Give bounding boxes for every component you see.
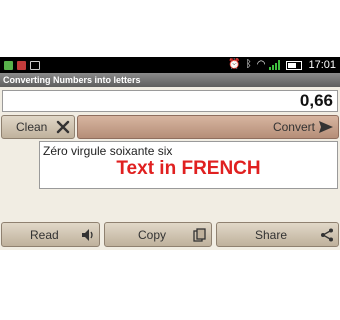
clean-button-label: Clean	[16, 120, 48, 134]
close-icon	[56, 120, 70, 134]
wifi-icon: ◠	[256, 59, 266, 70]
share-icon	[320, 228, 334, 242]
status-time: 17:01	[308, 59, 336, 71]
result-text: Zéro virgule soixante six	[43, 144, 173, 158]
copy-button[interactable]: Copy	[104, 222, 212, 247]
app-content: 0,66 Clean Convert Zéro virgule soixante…	[0, 87, 340, 250]
app-title: Converting Numbers into letters	[0, 73, 340, 87]
language-overlay-label: Text in FRENCH	[116, 158, 261, 179]
speaker-icon	[81, 228, 95, 242]
alarm-icon: ⏰	[228, 59, 241, 70]
share-button-label: Share	[255, 227, 288, 242]
status-bar: ⏰ ᛒ ◠ 17:01	[0, 57, 340, 73]
read-button[interactable]: Read	[1, 222, 100, 247]
calendar-notification-icon	[17, 60, 26, 70]
bluetooth-icon: ᛒ	[245, 59, 252, 70]
share-button[interactable]: Share	[216, 222, 339, 247]
app-notification-icon	[4, 60, 13, 70]
status-notifications	[4, 59, 44, 71]
number-input[interactable]: 0,66	[2, 90, 338, 112]
copy-button-label: Copy	[138, 227, 167, 242]
mail-icon	[30, 60, 40, 70]
status-indicators: ⏰ ᛒ ◠ 17:01	[223, 58, 336, 72]
send-arrow-icon	[318, 120, 334, 134]
read-button-label: Read	[30, 227, 59, 242]
clean-button[interactable]: Clean	[1, 115, 75, 139]
result-text-box[interactable]: Zéro virgule soixante six Text in FRENCH	[39, 141, 338, 189]
signal-icon	[269, 60, 281, 70]
convert-button-label: Convert	[272, 120, 315, 134]
battery-icon	[286, 60, 303, 70]
convert-button[interactable]: Convert	[77, 115, 339, 139]
copy-icon	[193, 227, 207, 242]
